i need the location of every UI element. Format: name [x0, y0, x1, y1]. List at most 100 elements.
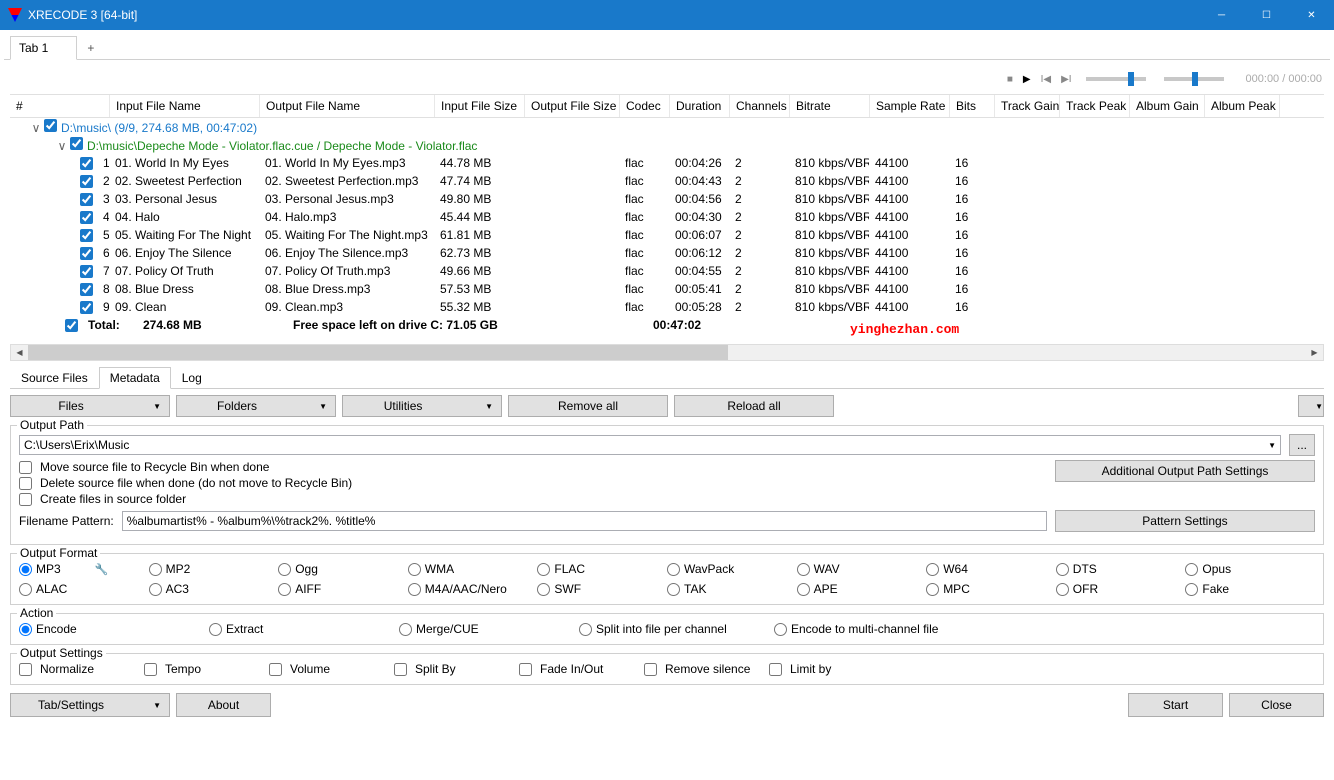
format-wavpack[interactable]: WavPack [667, 562, 797, 576]
format-m4aaacnero[interactable]: M4A/AAC/Nero [408, 582, 538, 596]
stop-icon[interactable]: ■ [1005, 74, 1015, 85]
format-alac[interactable]: ALAC [19, 582, 149, 596]
format-w64[interactable]: W64 [926, 562, 1056, 576]
tab-settings-button[interactable]: Tab/Settings▼ [10, 693, 170, 717]
create-in-source-check[interactable] [19, 493, 32, 506]
maximize-button[interactable]: ☐ [1244, 0, 1289, 30]
track-row[interactable]: 4 04. Halo 04. Halo.mp3 45.44 MB flac 00… [10, 208, 1324, 226]
tab-1[interactable]: Tab 1 [10, 36, 77, 60]
track-check[interactable] [80, 175, 93, 188]
format-wma[interactable]: WMA [408, 562, 538, 576]
remove-all-button[interactable]: Remove all [508, 395, 668, 417]
close-app-button[interactable]: Close [1229, 693, 1324, 717]
folder-row[interactable]: ∨D:\music\ (9/9, 274.68 MB, 00:47:02) [10, 118, 1324, 136]
track-check[interactable] [80, 265, 93, 278]
menu-button[interactable]: ▼ [1298, 395, 1324, 417]
col-num[interactable]: # [10, 95, 110, 117]
total-check[interactable] [65, 319, 78, 332]
format-fake[interactable]: Fake [1185, 582, 1315, 596]
collapse-icon[interactable]: ∨ [56, 139, 68, 153]
tab-source[interactable]: Source Files [10, 367, 99, 388]
format-ape[interactable]: APE [797, 582, 927, 596]
track-check[interactable] [80, 157, 93, 170]
prev-icon[interactable]: I◀ [1039, 74, 1053, 85]
format-dts[interactable]: DTS [1056, 562, 1186, 576]
track-row[interactable]: 7 07. Policy Of Truth 07. Policy Of Trut… [10, 262, 1324, 280]
format-ogg[interactable]: Ogg [278, 562, 408, 576]
format-swf[interactable]: SWF [537, 582, 667, 596]
cue-row[interactable]: ∨D:\music\Depeche Mode - Violator.flac.c… [10, 136, 1324, 154]
output-path-input[interactable]: C:\Users\Erix\Music▼ [19, 435, 1281, 455]
track-row[interactable]: 9 09. Clean 09. Clean.mp3 55.32 MB flac … [10, 298, 1324, 316]
format-tak[interactable]: TAK [667, 582, 797, 596]
pattern-input[interactable] [122, 511, 1047, 531]
add-tab-button[interactable]: + [77, 37, 104, 59]
close-button[interactable]: ✕ [1289, 0, 1334, 30]
gear-icon[interactable]: 🔧 [95, 563, 109, 576]
track-check[interactable] [80, 229, 93, 242]
folders-button[interactable]: Folders▼ [176, 395, 336, 417]
start-button[interactable]: Start [1128, 693, 1223, 717]
setting-split-by[interactable]: Split By [394, 662, 519, 676]
col-ap[interactable]: Album Peak [1205, 95, 1280, 117]
action-encode-to-multi-channel-file[interactable]: Encode to multi-channel file [774, 622, 974, 636]
minimize-button[interactable]: ─ [1199, 0, 1244, 30]
format-opus[interactable]: Opus [1185, 562, 1315, 576]
track-row[interactable]: 6 06. Enjoy The Silence 06. Enjoy The Si… [10, 244, 1324, 262]
format-ofr[interactable]: OFR [1056, 582, 1186, 596]
track-row[interactable]: 2 02. Sweetest Perfection 02. Sweetest P… [10, 172, 1324, 190]
setting-limit-by[interactable]: Limit by [769, 662, 894, 676]
pattern-settings-button[interactable]: Pattern Settings [1055, 510, 1315, 532]
tab-metadata[interactable]: Metadata [99, 367, 171, 389]
action-merge-cue[interactable]: Merge/CUE [399, 622, 579, 636]
track-row[interactable]: 5 05. Waiting For The Night 05. Waiting … [10, 226, 1324, 244]
utilities-button[interactable]: Utilities▼ [342, 395, 502, 417]
track-row[interactable]: 1 01. World In My Eyes 01. World In My E… [10, 154, 1324, 172]
format-ac3[interactable]: AC3 [149, 582, 279, 596]
play-icon[interactable]: ▶ [1021, 74, 1033, 85]
next-icon[interactable]: ▶I [1059, 74, 1073, 85]
col-dur[interactable]: Duration [670, 95, 730, 117]
format-mpc[interactable]: MPC [926, 582, 1056, 596]
browse-button[interactable]: ... [1289, 434, 1315, 456]
setting-fade-in-out[interactable]: Fade In/Out [519, 662, 644, 676]
track-check[interactable] [80, 193, 93, 206]
col-chan[interactable]: Channels [730, 95, 790, 117]
action-encode[interactable]: Encode [19, 622, 209, 636]
scroll-thumb[interactable] [28, 345, 728, 360]
format-mp3[interactable]: MP3🔧 [19, 562, 149, 576]
action-split-into-file-per-channel[interactable]: Split into file per channel [579, 622, 774, 636]
track-row[interactable]: 3 03. Personal Jesus 03. Personal Jesus.… [10, 190, 1324, 208]
h-scrollbar[interactable]: ◀ ▶ [10, 344, 1324, 361]
track-check[interactable] [80, 247, 93, 260]
move-recycle-check[interactable] [19, 461, 32, 474]
scroll-right-icon[interactable]: ▶ [1306, 345, 1323, 360]
format-mp2[interactable]: MP2 [149, 562, 279, 576]
folder-check[interactable] [44, 119, 57, 132]
delete-source-check[interactable] [19, 477, 32, 490]
setting-normalize[interactable]: Normalize [19, 662, 144, 676]
setting-volume[interactable]: Volume [269, 662, 394, 676]
col-input[interactable]: Input File Name [110, 95, 260, 117]
files-button[interactable]: Files▼ [10, 395, 170, 417]
reload-all-button[interactable]: Reload all [674, 395, 834, 417]
volume-slider[interactable] [1086, 77, 1146, 81]
cue-check[interactable] [70, 137, 83, 150]
col-isize[interactable]: Input File Size [435, 95, 525, 117]
format-aiff[interactable]: AIFF [278, 582, 408, 596]
tab-log[interactable]: Log [171, 367, 213, 388]
col-codec[interactable]: Codec [620, 95, 670, 117]
track-check[interactable] [80, 283, 93, 296]
action-extract[interactable]: Extract [209, 622, 399, 636]
col-tg[interactable]: Track Gain [995, 95, 1060, 117]
col-sr[interactable]: Sample Rate [870, 95, 950, 117]
about-button[interactable]: About [176, 693, 271, 717]
setting-remove-silence[interactable]: Remove silence [644, 662, 769, 676]
format-flac[interactable]: FLAC [537, 562, 667, 576]
setting-tempo[interactable]: Tempo [144, 662, 269, 676]
col-osize[interactable]: Output File Size [525, 95, 620, 117]
col-tp[interactable]: Track Peak [1060, 95, 1130, 117]
balance-slider[interactable] [1164, 77, 1224, 81]
format-wav[interactable]: WAV [797, 562, 927, 576]
collapse-icon[interactable]: ∨ [30, 121, 42, 135]
